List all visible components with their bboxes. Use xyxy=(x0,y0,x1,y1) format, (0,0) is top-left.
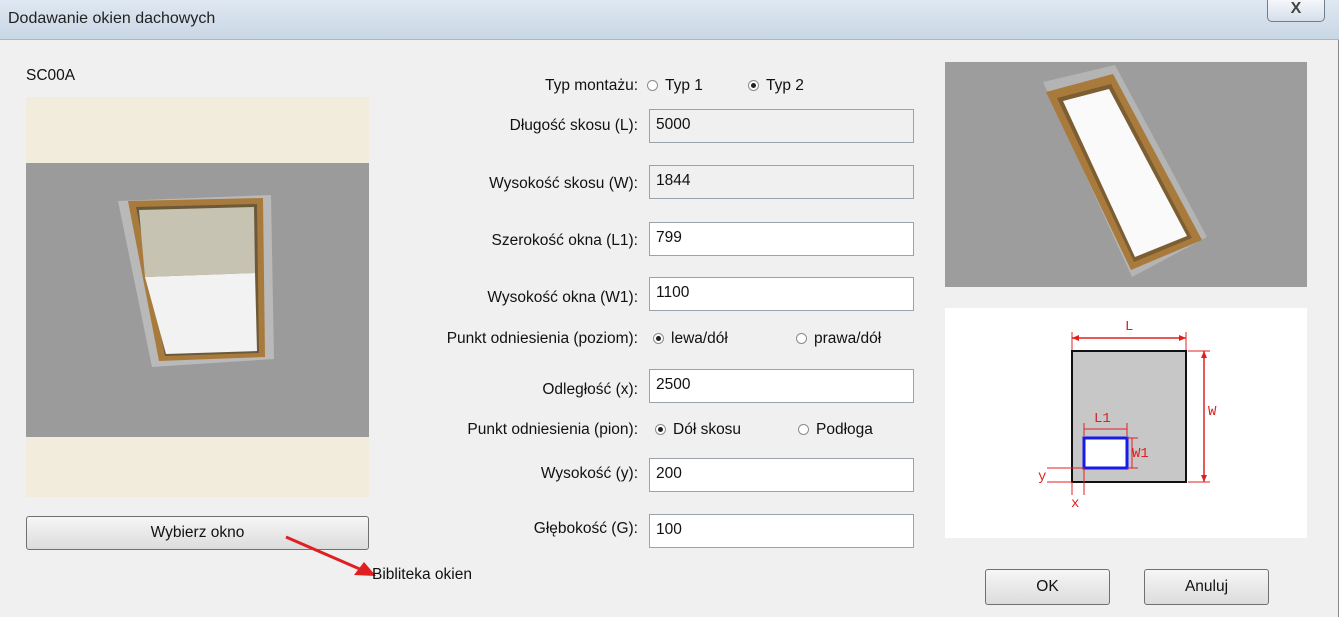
radio-typ2[interactable]: Typ 2 xyxy=(748,77,804,95)
radio-prawa-dol[interactable]: prawa/dół xyxy=(796,330,881,348)
depth-g-field[interactable]: 100 xyxy=(649,514,914,548)
close-icon: X xyxy=(1290,0,1302,17)
diagram-label-L: L xyxy=(1125,319,1133,335)
ref-vertical-label: Punkt odniesienia (pion): xyxy=(467,421,638,438)
diagram-label-L1: L1 xyxy=(1094,411,1111,427)
window-width-field[interactable]: 799 xyxy=(649,222,914,256)
window-code-label: SC00A xyxy=(26,67,76,84)
cancel-button[interactable]: Anuluj xyxy=(1144,569,1269,605)
diagram-label-W1: W1 xyxy=(1132,446,1149,462)
diagram-label-y: y xyxy=(1038,469,1046,485)
ok-button[interactable]: OK xyxy=(985,569,1110,605)
radio-prawa-dol-dot xyxy=(796,333,807,344)
dialog-window: Dodawanie okien dachowych X SC00A Wybier… xyxy=(0,0,1339,617)
radio-podloga-dot xyxy=(798,424,809,435)
depth-g-label: Głębokość (G): xyxy=(533,520,638,537)
mount-type-label: Typ montażu: xyxy=(544,77,638,94)
window-height-label: Wysokość okna (W1): xyxy=(487,289,638,306)
radio-lewa-dol[interactable]: lewa/dół xyxy=(653,330,728,348)
radio-typ1[interactable]: Typ 1 xyxy=(647,77,703,95)
height-y-label: Wysokość (y): xyxy=(540,465,638,482)
window-preview-image xyxy=(26,97,369,497)
ref-horizontal-label: Punkt odniesienia (poziom): xyxy=(446,330,638,347)
slope-length-label: Długość skosu (L): xyxy=(509,117,638,134)
radio-typ1-dot xyxy=(647,80,658,91)
radio-dol-skosu[interactable]: Dół skosu xyxy=(655,421,741,439)
roof-window-3d-image xyxy=(1043,65,1207,277)
diagram-label-x: x xyxy=(1071,496,1079,512)
radio-dol-skosu-dot xyxy=(655,424,666,435)
slope-height-field[interactable]: 1844 xyxy=(649,165,914,199)
arrow-annotation-icon xyxy=(285,535,376,576)
library-annotation: Bibliteka okien xyxy=(372,566,472,583)
slope-height-label: Wysokość skosu (W): xyxy=(489,175,638,192)
dimension-diagram: L W L1 W1 x y xyxy=(945,308,1307,538)
distance-x-field[interactable]: 2500 xyxy=(649,369,914,403)
close-button[interactable]: X xyxy=(1267,0,1325,22)
title-bar: Dodawanie okien dachowych X xyxy=(0,0,1339,40)
slope-length-field[interactable]: 5000 xyxy=(649,109,914,143)
window-height-field[interactable]: 1100 xyxy=(649,277,914,311)
height-y-field[interactable]: 200 xyxy=(649,458,914,492)
window-width-label: Szerokość okna (L1): xyxy=(491,232,638,249)
roof-window-3d-preview xyxy=(945,62,1307,287)
distance-x-label: Odległość (x): xyxy=(542,381,638,398)
radio-lewa-dol-dot xyxy=(653,333,664,344)
window-preview xyxy=(26,97,369,497)
radio-podloga[interactable]: Podłoga xyxy=(798,421,873,439)
window-title: Dodawanie okien dachowych xyxy=(8,10,216,27)
diagram-label-W: W xyxy=(1208,404,1217,420)
dimension-diagram-drawing: L W L1 W1 x y xyxy=(1038,319,1217,512)
radio-typ2-dot xyxy=(748,80,759,91)
